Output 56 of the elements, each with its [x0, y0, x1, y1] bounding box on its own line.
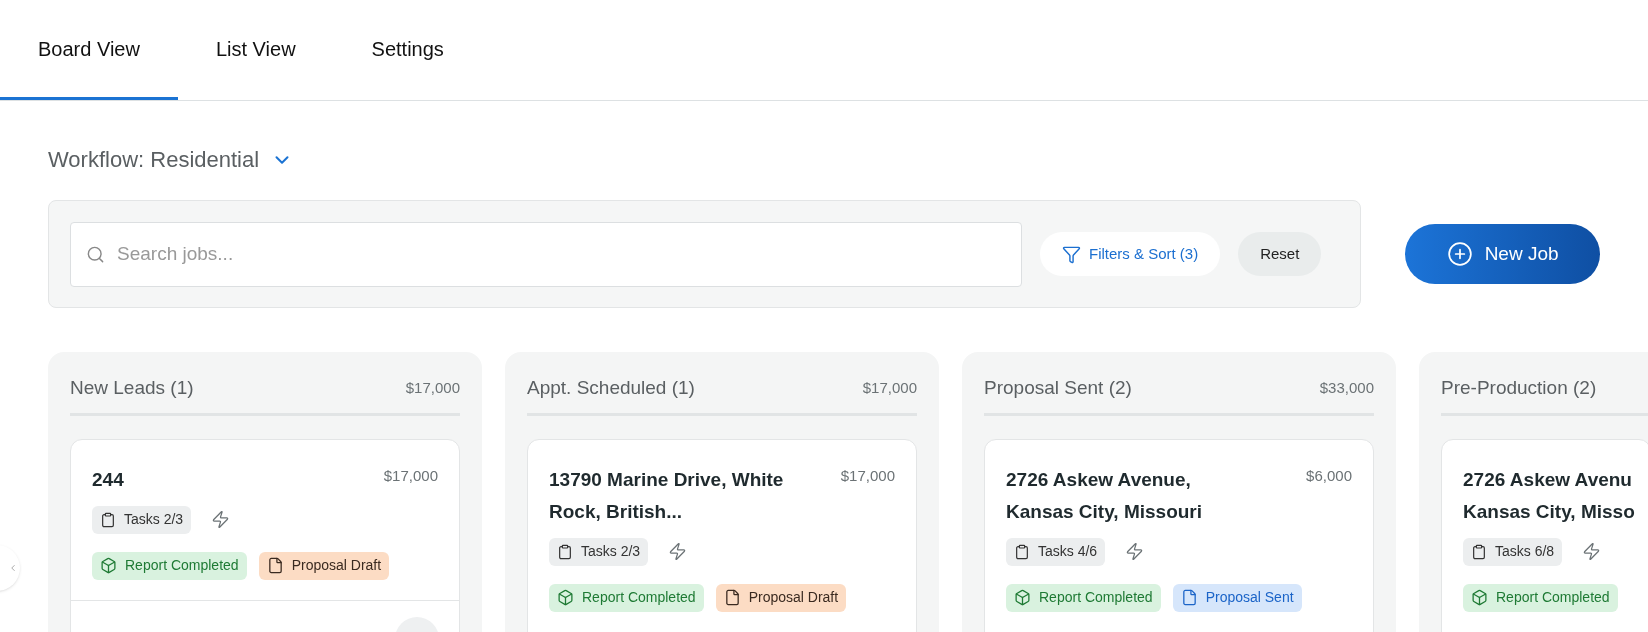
lightning-icon[interactable] [668, 542, 688, 561]
job-card[interactable]: 244 $17,000 Tasks 2/3 Report Completed Proposal Draft [70, 438, 460, 632]
status-tag: Report Completed [549, 583, 704, 612]
column-total: $17,000 [862, 378, 917, 398]
cube-icon [557, 589, 574, 606]
status-tag: Proposal Draft [258, 551, 390, 580]
view-tab[interactable]: Settings [333, 0, 482, 100]
file-icon [266, 557, 284, 574]
tasks-badge: Tasks 2/3 [92, 505, 192, 534]
job-title: 2726 Askew Avenue, Kansas City, Missouri [1006, 467, 1203, 524]
column-title: Appt. Scheduled (1) [527, 376, 695, 400]
column-title: Proposal Sent (2) [984, 376, 1132, 400]
job-card[interactable]: 2726 Askew Avenue, Kansas City, Missouri $6,000 Tasks 4/6 Report Completed Proposal Sent [984, 438, 1374, 632]
search-field[interactable]: Search jobs... [70, 221, 1022, 287]
status-tag: Proposal Draft [715, 583, 847, 612]
lightning-icon[interactable] [1582, 542, 1602, 561]
column-title: Pre-Production (2) [1441, 376, 1597, 400]
view-tab[interactable]: List View [177, 0, 334, 100]
job-price: $17,000 [383, 465, 438, 486]
tasks-badge: Tasks 6/8 [1463, 537, 1563, 566]
job-price: $6,000 [1306, 465, 1352, 486]
lightning-icon[interactable] [1125, 542, 1145, 561]
cube-icon [100, 557, 117, 574]
column-title: New Leads (1) [70, 376, 194, 400]
filter-icon [1062, 244, 1081, 264]
clipboard-icon [557, 543, 573, 560]
search-icon [86, 244, 105, 264]
cube-icon [1014, 589, 1031, 606]
clipboard-icon [1471, 543, 1487, 560]
job-price: $17,000 [840, 465, 895, 486]
filters-sort-button[interactable]: Filters & Sort (3) [1040, 232, 1221, 276]
view-tab[interactable]: Board View [0, 0, 178, 100]
workflow-dropdown[interactable]: Workflow: Residential [48, 143, 294, 176]
job-title: 244 [92, 467, 124, 492]
column-total: $17,000 [405, 378, 460, 398]
column-total: $33,000 [1319, 378, 1374, 398]
file-icon [1180, 589, 1198, 606]
chevron-left-icon [8, 563, 18, 573]
job-card[interactable]: 13790 Marine Drive, White Rock, British... $17,000 Tasks 2/3 Report Completed Proposal Draft [527, 438, 917, 632]
status-tag: Report Completed [92, 551, 247, 580]
status-tag: Proposal Sent [1172, 583, 1302, 612]
clipboard-icon [100, 511, 116, 528]
plus-circle-icon [1446, 241, 1473, 267]
reset-button[interactable]: Reset [1238, 232, 1322, 276]
job-card[interactable]: 2726 Askew Avenu Kansas City, Misso Tasks 6/8 Report Completed [1441, 438, 1648, 632]
new-job-button[interactable]: New Job [1405, 224, 1600, 284]
tasks-badge: Tasks 4/6 [1006, 537, 1106, 566]
lightning-icon[interactable] [211, 510, 231, 529]
file-icon [723, 589, 741, 606]
tasks-badge: Tasks 2/3 [549, 537, 649, 566]
cube-icon [1471, 589, 1488, 606]
job-title: 2726 Askew Avenu Kansas City, Misso [1463, 467, 1635, 524]
job-title: 13790 Marine Drive, White Rock, British... [549, 467, 784, 524]
clipboard-icon [1014, 543, 1030, 560]
status-tag: Report Completed [1463, 583, 1618, 612]
status-tag: Report Completed [1006, 583, 1161, 612]
